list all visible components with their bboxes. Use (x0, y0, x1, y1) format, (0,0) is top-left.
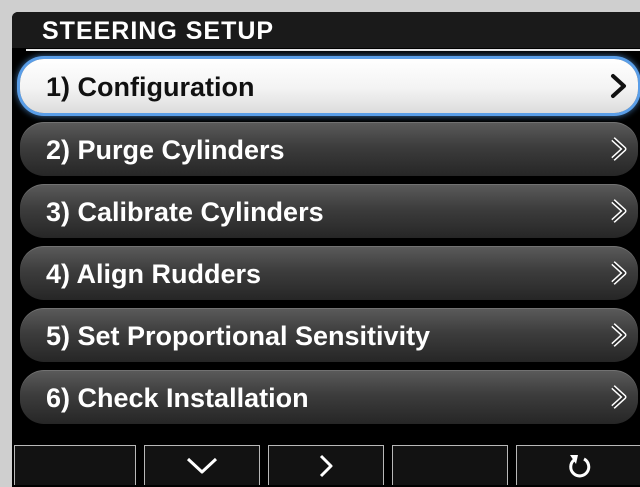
menu-item-check-installation[interactable]: 6) Check Installation (20, 370, 638, 424)
menu-item-label: 6) Check Installation (46, 383, 309, 413)
menu-item-configuration[interactable]: 1) Configuration (20, 59, 638, 113)
menu-item-label: 2) Purge Cylinders (46, 135, 285, 165)
steering-setup-screen: STEERING SETUP 1) Configuration 2) Purge… (12, 12, 640, 487)
softkey-down[interactable] (144, 445, 260, 485)
menu-item-label: 3) Calibrate Cylinders (46, 197, 324, 227)
chevron-down-icon (186, 457, 218, 473)
softkey-right[interactable] (268, 445, 384, 485)
chevron-right-icon (611, 137, 627, 161)
chevron-right-icon (611, 323, 627, 347)
menu-item-purge-cylinders[interactable]: 2) Purge Cylinders (20, 122, 638, 176)
softkey-1[interactable] (14, 445, 136, 485)
softkey-4[interactable] (392, 445, 508, 485)
menu-item-calibrate-cylinders[interactable]: 3) Calibrate Cylinders (20, 184, 638, 238)
menu-item-align-rudders[interactable]: 4) Align Rudders (20, 246, 638, 300)
chevron-right-icon (611, 74, 626, 98)
chevron-right-icon (611, 385, 627, 409)
chevron-right-icon (611, 261, 627, 285)
chevron-right-icon (319, 454, 333, 477)
chevron-right-icon (611, 199, 627, 223)
back-arrow-icon (568, 454, 590, 477)
softkey-back[interactable] (516, 445, 640, 485)
menu-item-set-proportional-sensitivity[interactable]: 5) Set Proportional Sensitivity (20, 308, 638, 362)
menu-item-label: 1) Configuration (46, 72, 255, 102)
menu-item-label: 4) Align Rudders (46, 259, 262, 289)
softkey-bar (12, 442, 640, 487)
menu-item-label: 5) Set Proportional Sensitivity (46, 321, 431, 351)
setup-menu: 1) Configuration 2) Purge Cylinders 3) C… (12, 12, 640, 442)
